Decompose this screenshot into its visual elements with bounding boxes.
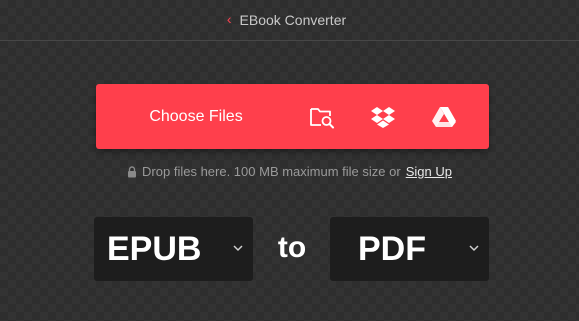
back-link[interactable]: ‹ EBook Converter [227, 12, 346, 28]
page-title: EBook Converter [239, 12, 347, 28]
to-format-value: PDF [358, 230, 426, 268]
chevron-left-icon: ‹ [226, 11, 232, 27]
folder-search-icon[interactable] [309, 104, 335, 130]
drop-hint: Drop files here. 100 MB maximum file siz… [0, 164, 579, 179]
chevron-down-icon [231, 241, 245, 255]
upload-bar: Choose Files [96, 84, 489, 149]
top-bar: ‹ EBook Converter [0, 0, 579, 41]
sign-up-link[interactable]: Sign Up [406, 164, 452, 179]
drop-hint-text: Drop files here. 100 MB maximum file siz… [142, 164, 401, 179]
from-format-select[interactable]: EPUB [94, 217, 253, 281]
choose-files-button[interactable]: Choose Files [96, 84, 296, 149]
to-connector-label: to [277, 231, 307, 264]
to-format-select[interactable]: PDF [330, 217, 489, 281]
dropbox-icon[interactable] [370, 104, 396, 130]
from-format-value: EPUB [107, 230, 202, 268]
chevron-down-icon [467, 241, 481, 255]
google-drive-icon[interactable] [431, 104, 457, 130]
lock-icon [127, 165, 137, 178]
